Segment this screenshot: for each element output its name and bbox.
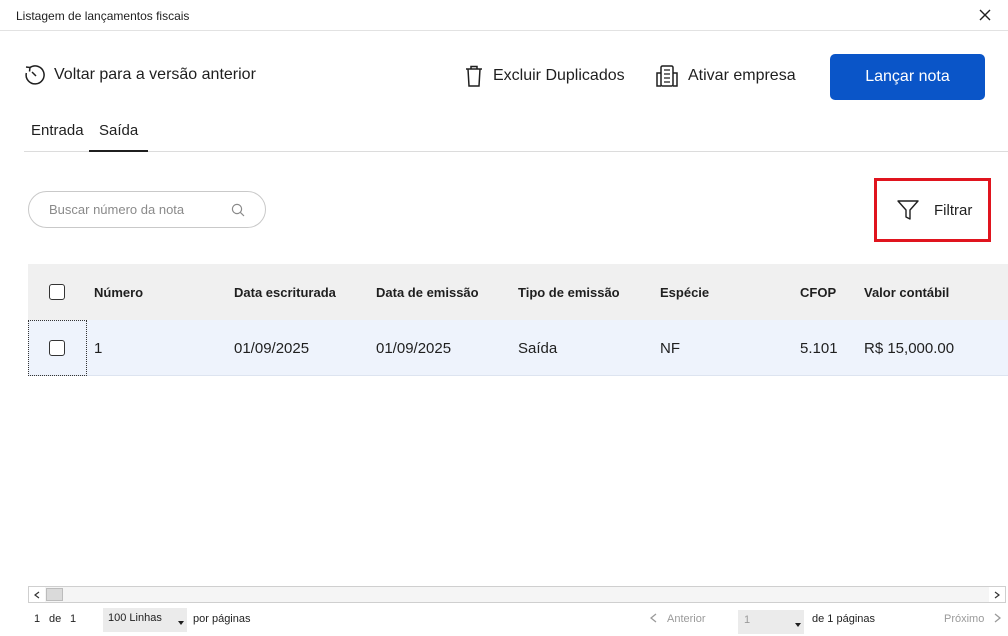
activate-company-label: Ativar empresa: [688, 67, 796, 84]
search-icon: [231, 203, 245, 216]
tab-bar: Entrada Saída: [24, 112, 1008, 152]
row-checkbox[interactable]: [49, 340, 65, 356]
table-header: Número Data escriturada Data de emissão …: [28, 264, 1008, 320]
pagination-footer: 1 de 1 100 Linhas por páginas Anterior 1…: [0, 606, 1008, 634]
column-header-data-emissao[interactable]: Data de emissão: [376, 264, 479, 320]
filter-icon: [897, 200, 919, 220]
column-header-data-escriturada[interactable]: Data escriturada: [234, 264, 336, 320]
filter-label: Filtrar: [934, 201, 973, 219]
chevron-right-icon: [994, 591, 1000, 598]
search-input[interactable]: Buscar número da nota: [28, 191, 266, 228]
delete-duplicates-label: Excluir Duplicados: [493, 67, 625, 84]
next-label: Próximo: [944, 613, 985, 625]
chevron-left-icon: [649, 613, 657, 623]
row-checkbox-wrap: [49, 320, 65, 376]
select-all-checkbox[interactable]: [49, 284, 65, 300]
search-placeholder: Buscar número da nota: [49, 202, 185, 217]
scroll-right-button[interactable]: [989, 587, 1005, 602]
cell-valor-contabil: R$ 15,000.00: [864, 339, 955, 357]
cell-cfop: 5.101: [800, 339, 838, 357]
lines-value: 100 Linhas: [108, 612, 162, 624]
cell-tipo-emissao: Saída: [518, 339, 558, 357]
activate-company-button[interactable]: Ativar empresa: [654, 64, 796, 88]
tab-entrada[interactable]: Entrada: [21, 122, 94, 152]
chevron-down-icon: [178, 621, 184, 625]
column-header-valor-contabil[interactable]: Valor contábil: [864, 264, 949, 320]
close-button[interactable]: [974, 4, 996, 26]
cell-especie: NF: [660, 339, 680, 357]
scroll-thumb[interactable]: [46, 588, 63, 601]
trash-icon: [466, 65, 482, 87]
tab-saida[interactable]: Saída: [89, 122, 149, 152]
column-header-especie[interactable]: Espécie: [660, 264, 709, 320]
filter-button[interactable]: Filtrar: [896, 199, 972, 221]
range-total: 1: [70, 613, 77, 625]
column-header-tipo-emissao[interactable]: Tipo de emissão: [518, 264, 620, 320]
history-icon: [25, 65, 45, 85]
previous-label: Anterior: [667, 613, 706, 625]
delete-duplicates-button[interactable]: Excluir Duplicados: [463, 64, 625, 88]
cell-data-escriturada: 01/09/2025: [234, 339, 310, 357]
column-header-cfop[interactable]: CFOP: [800, 264, 836, 320]
launch-note-button[interactable]: Lançar nota: [830, 54, 985, 100]
page-value: 1: [744, 614, 751, 626]
chevron-right-icon: [994, 613, 1002, 623]
page-select[interactable]: 1: [738, 610, 804, 634]
scroll-left-button[interactable]: [29, 587, 45, 602]
previous-page-button[interactable]: Anterior: [649, 613, 706, 625]
chevron-down-icon: [795, 623, 801, 627]
next-page-button[interactable]: Próximo: [944, 613, 1002, 625]
building-icon: [656, 65, 678, 87]
back-to-previous-version-button[interactable]: Voltar para a versão anterior: [24, 64, 256, 86]
horizontal-scrollbar[interactable]: [28, 586, 1006, 603]
range-of-label: de: [49, 613, 62, 625]
title-bar: Listagem de lançamentos fiscais: [0, 0, 1008, 31]
cell-numero: 1: [94, 339, 103, 357]
range-start: 1: [34, 613, 41, 625]
column-header-numero[interactable]: Número: [94, 264, 143, 320]
window-title: Listagem de lançamentos fiscais: [16, 9, 190, 23]
select-all-cell: [49, 264, 65, 320]
per-pages-label: por páginas: [193, 613, 251, 625]
close-icon: [979, 9, 991, 21]
cell-data-emissao: 01/09/2025: [376, 339, 452, 357]
chevron-left-icon: [34, 591, 40, 598]
back-label: Voltar para a versão anterior: [54, 66, 256, 83]
of-pages-label: de 1 páginas: [812, 613, 875, 625]
lines-per-page-select[interactable]: 100 Linhas: [103, 608, 187, 632]
table-row[interactable]: 1 01/09/2025 01/09/2025 Saída NF 5.101 R…: [28, 320, 1008, 376]
